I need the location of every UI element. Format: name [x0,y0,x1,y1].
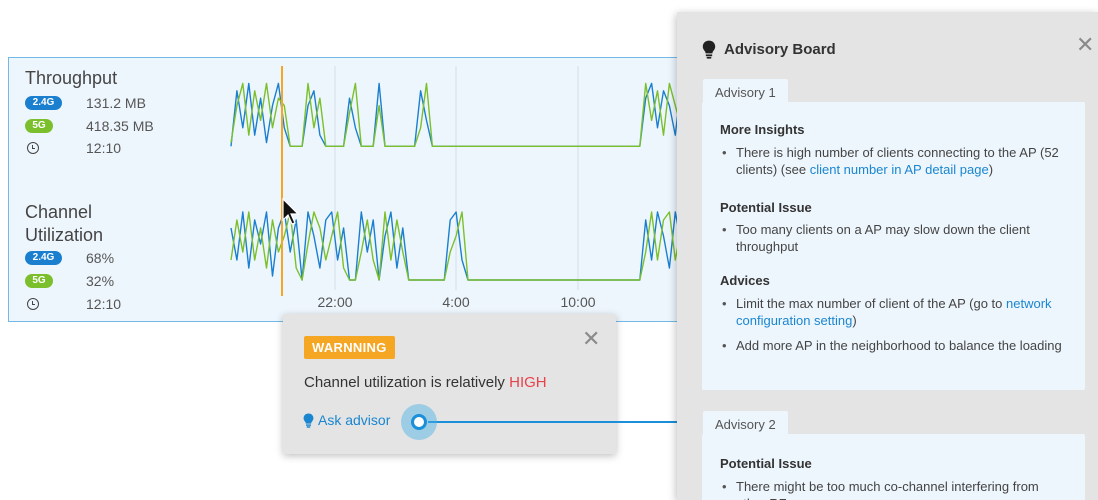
advisory-2-card: Potential Issue There might be too much … [702,434,1085,500]
board-title: Advisory Board [724,41,836,58]
chart-panel: Throughput 2.4G 131.2 MB 5G 418.35 MB 12… [8,57,699,322]
warning-message-text: Channel utilization is relatively [304,374,510,391]
advice-bullet: Add more AP in the neighborhood to balan… [720,337,1070,354]
usage-plots [230,66,699,296]
close-icon[interactable]: ✕ [1076,32,1094,58]
client-number-link[interactable]: client number in AP detail page [810,162,989,177]
advisory-1-card: More Insights There is high number of cl… [702,102,1085,390]
warning-message: Channel utilization is relatively HIGH [304,374,547,391]
insight-bullet: There is high number of clients connecti… [720,144,1070,178]
advice-tail: ) [852,313,857,328]
lightbulb-icon [702,40,716,59]
ask-advisor-label: Ask advisor [318,412,391,428]
more-insights-title: More Insights [720,122,805,137]
warning-popup: WARNNING ✕ Channel utilization is relati… [283,314,616,454]
close-icon[interactable]: ✕ [582,328,600,350]
lightbulb-icon [303,413,314,428]
potential-issue-bullet: Too many clients on a AP may slow down t… [720,221,1070,255]
insight-tail: ) [988,162,994,177]
advice-text: Limit the max number of client of the AP… [736,296,1007,311]
board-header: Advisory Board [702,40,836,59]
warning-level: HIGH [509,374,547,391]
advisory-board: Advisory Board ✕ Advisory 1 More Insight… [677,12,1098,500]
mouse-cursor-icon [282,198,300,225]
potential-issue-title: Potential Issue [720,456,812,471]
throughput-series-5g [230,82,699,148]
time-tick: 4:00 [442,294,470,310]
potential-issue-bullet: There might be too much co-channel inter… [720,478,1070,500]
ask-advisor-link[interactable]: Ask advisor [303,412,390,428]
time-tick: 10:00 [560,294,596,310]
tab-advisory-2[interactable]: Advisory 2 [703,411,788,436]
warning-badge: WARNNING [304,336,395,359]
throughput-series-24g [230,82,699,148]
potential-issue-title: Potential Issue [720,200,812,215]
connector-line [428,421,682,423]
stage: Throughput 2.4G 131.2 MB 5G 418.35 MB 12… [0,0,1098,500]
advice-bullet: Limit the max number of client of the AP… [720,295,1070,329]
time-tick: 22:00 [317,294,353,310]
connector-handle[interactable] [401,404,437,440]
advices-title: Advices [720,273,770,288]
tab-advisory-1[interactable]: Advisory 1 [703,79,788,104]
